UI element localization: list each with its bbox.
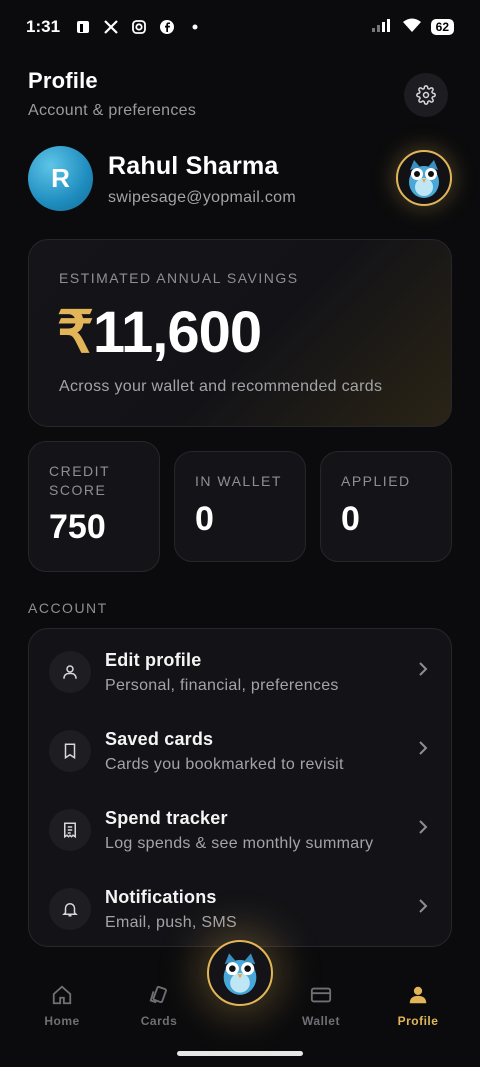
in-wallet-value: 0 [195,500,214,538]
gear-icon [416,85,436,105]
settings-button[interactable] [404,73,448,117]
notification-app-icon [74,18,92,36]
list-item-subtitle: Cards you bookmarked to revisit [105,756,344,773]
savings-card: ESTIMATED ANNUAL SAVINGS ₹11,600 Across … [28,239,452,427]
credit-score-label: CREDIT SCORE [49,463,110,498]
list-item-title: Spend tracker [105,808,228,828]
applied-card[interactable]: APPLIED 0 [320,451,452,562]
mascot-center-button[interactable] [207,940,273,1006]
status-time: 1:31 [26,17,61,36]
facebook-icon [158,18,176,36]
list-item-edit-profile[interactable]: Edit profile Personal, financial, prefer… [29,631,453,709]
status-notification-icons [74,18,204,36]
receipt-icon [49,809,91,851]
battery-icon: 62 [430,19,454,35]
applied-value: 0 [341,500,360,538]
profile-icon [409,986,427,1004]
user-icon [49,651,91,693]
signal-icon [371,17,393,38]
user-name: Rahul Sharma [108,152,279,180]
account-section-label: ACCOUNT [28,600,108,616]
status-system-icons: 62 [371,17,454,38]
cards-icon [149,985,167,1004]
nav-label: Wallet [302,1014,340,1028]
chevron-right-icon [419,899,428,913]
nav-label: Cards [140,1014,178,1028]
currency-symbol: ₹ [57,300,94,365]
list-item-notifications[interactable]: Notifications Email, push, SMS [29,868,453,946]
in-wallet-card[interactable]: IN WALLET 0 [174,451,306,562]
home-icon [52,985,72,1005]
mascot-badge[interactable] [396,150,452,206]
savings-value: 11,600 [92,300,262,365]
page-subtitle: Account & preferences [28,102,197,119]
page-header: Profile Account & preferences [28,68,196,120]
list-item-title: Notifications [105,887,217,907]
savings-label: ESTIMATED ANNUAL SAVINGS [59,270,299,286]
instagram-icon [130,18,148,36]
list-item-spend-tracker[interactable]: Spend tracker Log spends & see monthly s… [29,789,453,867]
nav-home[interactable]: Home [22,984,102,1028]
x-icon [102,18,120,36]
list-item-title: Saved cards [105,729,214,749]
applied-label: APPLIED [341,473,411,489]
wifi-icon [401,17,423,38]
user-email: swipesage@yopmail.com [108,189,296,206]
nav-cards[interactable]: Cards [119,984,199,1028]
page-title: Profile [28,68,98,93]
wallet-icon [310,987,332,1003]
nav-profile[interactable]: Profile [378,984,458,1028]
bookmark-icon [49,730,91,772]
owl-icon [409,160,439,198]
chevron-right-icon [419,741,428,755]
credit-score-card[interactable]: CREDIT SCORE 750 [28,441,160,572]
owl-icon [223,953,257,995]
credit-score-value: 750 [49,508,106,546]
savings-amount: ₹11,600 [57,298,262,366]
list-item-subtitle: Log spends & see monthly summary [105,835,374,852]
list-item-subtitle: Email, push, SMS [105,914,237,931]
savings-note: Across your wallet and recommended cards [59,378,383,395]
chevron-right-icon [419,662,428,676]
nav-label: Profile [397,1014,439,1028]
bell-icon [49,888,91,930]
account-list: Edit profile Personal, financial, prefer… [28,628,452,947]
nav-wallet[interactable]: Wallet [281,984,361,1028]
list-item-subtitle: Personal, financial, preferences [105,677,339,694]
list-item-saved-cards[interactable]: Saved cards Cards you bookmarked to revi… [29,710,453,788]
user-summary: R Rahul Sharma swipesage@yopmail.com [28,146,452,212]
home-indicator[interactable] [177,1051,303,1056]
nav-label: Home [44,1014,80,1028]
dot-icon [186,18,204,36]
in-wallet-label: IN WALLET [195,473,282,489]
status-bar: 1:31 62 [0,0,480,54]
chevron-right-icon [419,820,428,834]
list-item-title: Edit profile [105,650,202,670]
avatar: R [28,146,93,211]
